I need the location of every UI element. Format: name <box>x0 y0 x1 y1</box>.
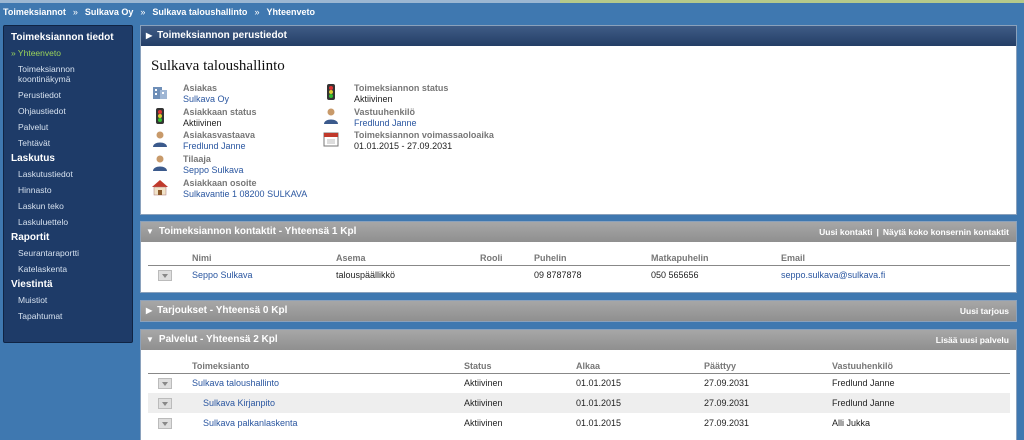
service-name-link[interactable]: Sulkava palkanlaskenta <box>192 413 464 433</box>
field-asiakasvastaava: Asiakasvastaava Fredlund Janne <box>151 130 255 154</box>
basic-info-header[interactable]: ▶ Toimeksiannon perustiedot <box>141 26 1016 46</box>
breadcrumb-item[interactable]: Toimeksiannot <box>3 7 66 17</box>
collapse-arrow-icon[interactable]: ▼ <box>146 330 154 350</box>
account-manager-link[interactable]: Fredlund Janne <box>183 141 255 152</box>
sidebar-item-laskutustiedot[interactable]: Laskutustiedot <box>4 166 132 182</box>
responsible-person-link[interactable]: Fredlund Janne <box>354 118 417 129</box>
row-menu-button[interactable] <box>158 417 172 429</box>
sidebar-section-title: Raportit <box>11 232 50 243</box>
sidebar-item-tehtavat[interactable]: Tehtävät <box>4 135 132 151</box>
top-stripe <box>0 0 1024 3</box>
contacts-header[interactable]: ▼ Toimeksiannon kontaktit - Yhteensä 1 Kp… <box>141 222 1016 242</box>
table-row: Sulkava palkanlaskenta Aktiivinen 01.01.… <box>148 413 1010 433</box>
client-title: Sulkava taloushallinto <box>151 58 285 74</box>
basic-info-panel: ▶ Toimeksiannon perustiedot Sulkava talou… <box>140 25 1017 215</box>
add-service-link[interactable]: Lisää uusi palvelu <box>936 335 1009 345</box>
offers-panel: ▶ Tarjoukset - Yhteensä 0 Kpl Uusi tarjou… <box>140 300 1017 322</box>
sidebar-item-koontinakyma[interactable]: Toimeksiannon koontinäkymä <box>4 61 132 87</box>
sidebar-item-katelaskenta[interactable]: Katelaskenta <box>4 261 132 277</box>
traffic-light-icon <box>156 108 164 124</box>
customer-link[interactable]: Sulkava Oy <box>183 94 229 105</box>
traffic-light-icon <box>327 84 335 100</box>
sidebar-item-seurantaraportti[interactable]: Seurantaraportti <box>4 245 132 261</box>
sidebar-item-tapahtumat[interactable]: Tapahtumat <box>4 308 132 324</box>
table-row: Sulkava Kirjanpito Aktiivinen 01.01.2015… <box>148 393 1010 413</box>
sidebar-item-laskun-teko[interactable]: Laskun teko <box>4 198 132 214</box>
breadcrumb: Toimeksiannot» Sulkava Oy» Sulkava taloush… <box>3 7 315 17</box>
row-menu-button[interactable] <box>158 269 172 281</box>
sidebar-section-title: Laskutus <box>11 153 55 164</box>
breadcrumb-item[interactable]: Sulkava Oy <box>85 7 134 17</box>
address-link[interactable]: Sulkavantie 1 08200 SULKAVA <box>183 189 307 200</box>
table-header-row: Nimi Asema Rooli Puhelin Matkapuhelin Em… <box>148 251 1010 266</box>
sidebar-item-ohjaustiedot[interactable]: Ohjaustiedot <box>4 103 132 119</box>
sidebar-item-palvelut[interactable]: Palvelut <box>4 119 132 135</box>
row-menu-button[interactable] <box>158 397 172 409</box>
sidebar-item-hinnasto[interactable]: Hinnasto <box>4 182 132 198</box>
collapse-arrow-icon[interactable]: ▼ <box>146 222 154 242</box>
field-asiakkaan-osoite: Asiakkaan osoite Sulkavantie 1 08200 SUL… <box>151 178 307 202</box>
show-group-contacts-link[interactable]: Näytä koko konsernin kontaktit <box>883 227 1009 237</box>
table-row: Seppo Sulkava talouspäällikkö 09 8787878… <box>148 265 1010 285</box>
contacts-table: Nimi Asema Rooli Puhelin Matkapuhelin Em… <box>148 251 1010 285</box>
row-menu-button[interactable] <box>158 377 172 389</box>
sidebar-item-muistiot[interactable]: Muistiot <box>4 292 132 308</box>
services-header[interactable]: ▼ Palvelut - Yhteensä 2 Kpl Lisää uusi pa… <box>141 330 1016 350</box>
field-asiakkaan-status: Asiakkaan status Aktiivinen <box>151 107 257 131</box>
services-table: Toimeksianto Status Alkaa Päättyy Vastuu… <box>148 359 1010 433</box>
person-icon <box>153 131 167 147</box>
sidebar: Toimeksiannon tiedot » Yhteenveto Toimek… <box>3 25 133 343</box>
contacts-panel: ▼ Toimeksiannon kontaktit - Yhteensä 1 Kp… <box>140 221 1017 293</box>
field-asiakas: Asiakas Sulkava Oy <box>151 83 229 107</box>
breadcrumb-item[interactable]: Sulkava taloushallinto <box>152 7 247 17</box>
field-vastuuhenkilo: Vastuuhenkilö Fredlund Janne <box>322 107 417 131</box>
house-icon <box>152 180 168 196</box>
breadcrumb-current: Yhteenveto <box>266 7 315 17</box>
contact-name-link[interactable]: Seppo Sulkava <box>192 265 336 285</box>
contact-email-link[interactable]: seppo.sulkava@sulkava.fi <box>781 265 1010 285</box>
field-voimassaoloaika: Toimeksiannon voimassaoloaika 01.01.2015… <box>322 130 494 154</box>
sidebar-section-title: Toimeksiannon tiedot <box>11 32 114 43</box>
sidebar-item-laskuluettelo[interactable]: Laskuluettelo <box>4 214 132 230</box>
offers-header[interactable]: ▶ Tarjoukset - Yhteensä 0 Kpl Uusi tarjou… <box>141 301 1016 321</box>
services-panel: ▼ Palvelut - Yhteensä 2 Kpl Lisää uusi pa… <box>140 329 1017 440</box>
new-offer-link[interactable]: Uusi tarjous <box>960 306 1009 316</box>
expand-arrow-icon[interactable]: ▶ <box>146 301 152 321</box>
person-icon <box>324 108 338 124</box>
service-name-link[interactable]: Sulkava taloushallinto <box>192 373 464 393</box>
collapse-arrow-icon[interactable]: ▶ <box>146 26 152 46</box>
building-icon <box>153 87 167 99</box>
calendar-icon <box>323 132 339 147</box>
service-name-link[interactable]: Sulkava Kirjanpito <box>192 393 464 413</box>
person-icon <box>153 155 167 171</box>
sidebar-section-title: Viestintä <box>11 279 53 290</box>
sidebar-item-perustiedot[interactable]: Perustiedot <box>4 87 132 103</box>
new-contact-link[interactable]: Uusi kontakti <box>819 227 872 237</box>
sidebar-item-yhteenveto[interactable]: » Yhteenveto <box>4 45 132 61</box>
field-toimeksiannon-status: Toimeksiannon status Aktiivinen <box>322 83 448 107</box>
table-row: Sulkava taloushallinto Aktiivinen 01.01.… <box>148 373 1010 393</box>
field-tilaaja: Tilaaja Seppo Sulkava <box>151 154 244 178</box>
orderer-link[interactable]: Seppo Sulkava <box>183 165 244 176</box>
table-header-row: Toimeksianto Status Alkaa Päättyy Vastuu… <box>148 359 1010 374</box>
